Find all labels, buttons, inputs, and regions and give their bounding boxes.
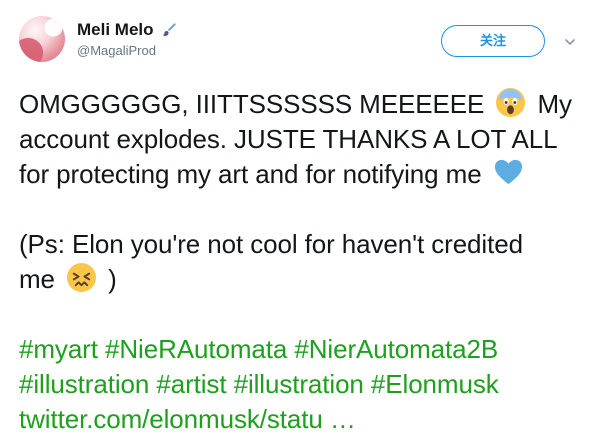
tweet-line-6-start: me <box>19 264 55 294</box>
hashtag-elonmusk[interactable]: #Elonmusk <box>371 369 499 399</box>
hashtag-nierautomata[interactable]: #NieRAutomata <box>105 334 287 364</box>
hashtag-illustration-2[interactable]: #illustration <box>234 369 364 399</box>
confounded-face-emoji-icon <box>67 262 97 293</box>
tweet-line-2: account explodes. JUSTE THANKS A LOT ALL <box>19 124 558 154</box>
tweet-line-5: (Ps: Elon you're not cool for haven't cr… <box>19 229 523 259</box>
tweet-text: OMGGGGGG, IIITTSSSSSS MEEEEEE My account… <box>19 87 579 437</box>
hashtag-nierautomata2b[interactable]: #NierAutomata2B <box>294 334 498 364</box>
scream-emoji-icon <box>496 87 526 118</box>
avatar-image <box>19 16 65 62</box>
display-name-row[interactable]: Meli Melo <box>77 20 178 40</box>
hashtag-myart[interactable]: #myart <box>19 334 98 364</box>
tweet-link[interactable]: twitter.com/elonmusk/statu … <box>19 402 579 437</box>
tweet-line-3-text: for protecting my art and for notifying … <box>19 159 482 189</box>
tweet-line-1: OMGGGGGG, IIITTSSSSSS MEEEEEE My <box>19 87 579 122</box>
avatar[interactable] <box>19 16 65 62</box>
tweet-line-6-end: ) <box>108 264 117 294</box>
blue-heart-icon <box>494 159 522 185</box>
paintbrush-icon <box>162 23 176 36</box>
hashtag-illustration[interactable]: #illustration <box>19 369 149 399</box>
chevron-down-icon[interactable] <box>564 36 576 48</box>
user-info: Meli Melo @MagaliProd <box>77 20 178 59</box>
hashtag-artist[interactable]: #artist <box>156 369 226 399</box>
follow-button[interactable]: 关注 <box>441 25 545 57</box>
tweet-line-3: for protecting my art and for notifying … <box>19 157 579 192</box>
paragraph-gap-2 <box>19 297 579 332</box>
display-name[interactable]: Meli Melo <box>77 20 154 40</box>
user-handle[interactable]: @MagaliProd <box>77 43 178 59</box>
hashtag-line-1: #myart #NieRAutomata #NierAutomata2B <box>19 332 579 367</box>
tweet-line-6: me ) <box>19 262 579 297</box>
tweet-line-1-start: OMGGGGGG, IIITTSSSSSS MEEEEEE <box>19 89 485 119</box>
tweet-card: Meli Melo @MagaliProd 关注 OMGGGGGG, IIITT… <box>0 0 599 434</box>
tweet-line-1-end: My <box>537 89 572 119</box>
hashtag-line-2: #illustration #artist #illustration #Elo… <box>19 367 579 402</box>
